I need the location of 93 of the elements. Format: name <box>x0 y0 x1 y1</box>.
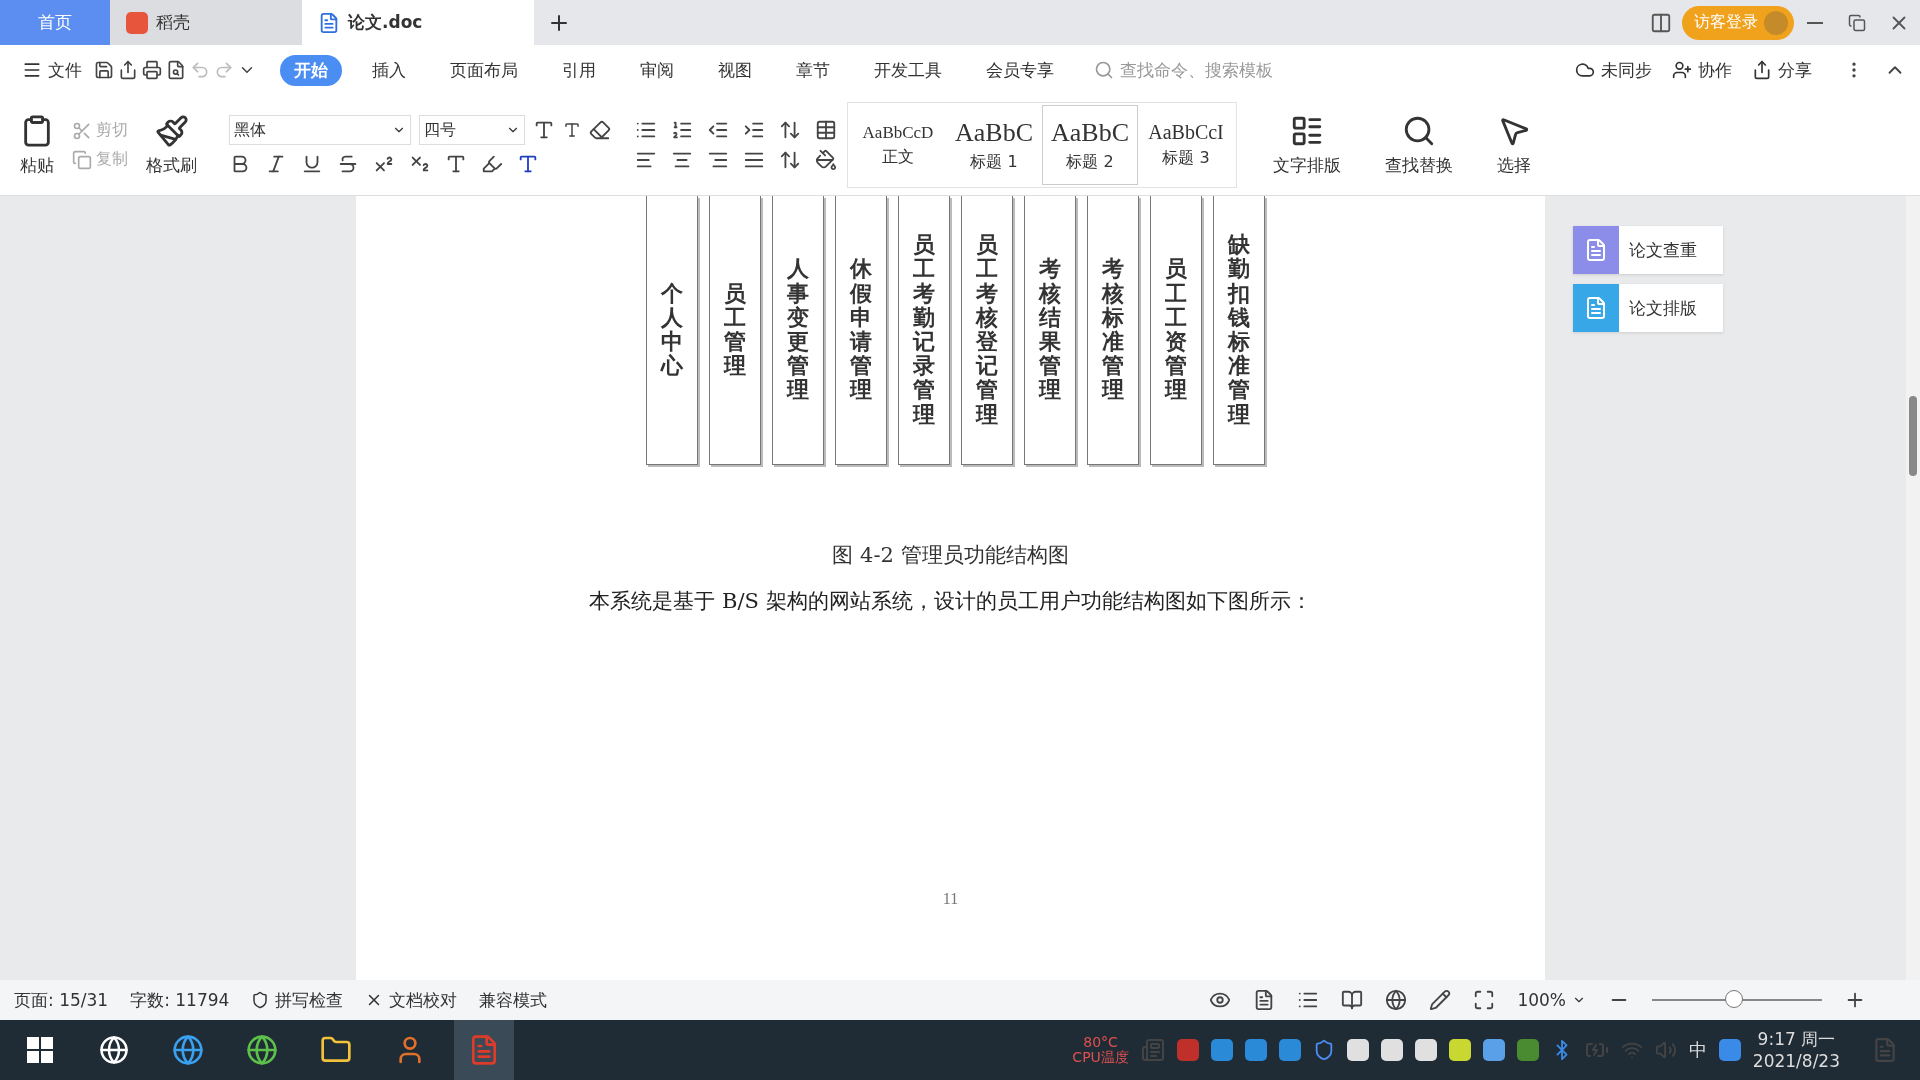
figure-caption: 图 4-2 管理员功能结构图 <box>832 542 1069 569</box>
read-view-icon[interactable] <box>1341 989 1364 1011</box>
share-icon <box>1752 60 1772 80</box>
ribbon-tab[interactable]: 引用 <box>548 54 610 86</box>
pen-icon[interactable] <box>1429 989 1452 1011</box>
copy-icon <box>72 149 92 170</box>
tray-app-icon[interactable] <box>1414 1039 1437 1061</box>
format-painter-button[interactable]: 格式刷 <box>138 113 205 177</box>
header-action-button[interactable]: 未同步 <box>1567 58 1660 82</box>
save-icon[interactable] <box>94 60 114 80</box>
document-icon <box>1573 284 1619 332</box>
print-icon[interactable] <box>142 60 162 80</box>
sort-icon[interactable] <box>779 119 801 141</box>
document-icon <box>318 11 340 34</box>
page-number: 11 <box>942 890 959 908</box>
compat-mode-label: 兼容模式 <box>479 988 548 1012</box>
eraser-icon[interactable] <box>589 119 611 141</box>
document-icon <box>1573 226 1619 274</box>
tray-app-icon[interactable] <box>1482 1039 1505 1061</box>
avatar-icon <box>1764 10 1788 35</box>
ribbon-tab[interactable]: 会员专享 <box>972 54 1068 86</box>
style-item[interactable]: AaBbC 标题 1 <box>946 105 1042 185</box>
diagram-node: 缺勤扣钱标准管理 <box>1213 196 1265 465</box>
zoom-slider-thumb[interactable] <box>1724 990 1743 1008</box>
text-effect-icon[interactable] <box>445 153 467 175</box>
paste-button[interactable]: 粘贴 <box>12 113 62 177</box>
shading-icon[interactable] <box>815 149 837 171</box>
ribbon-tab[interactable]: 页面布局 <box>436 54 532 86</box>
ribbon-tab[interactable]: 章节 <box>782 54 844 86</box>
strikethrough-icon[interactable] <box>337 153 359 175</box>
tray-app-icon[interactable] <box>1380 1039 1403 1061</box>
document-tab[interactable]: 论文.doc <box>302 0 534 45</box>
grow-font-icon[interactable] <box>533 119 555 141</box>
proofread-button[interactable]: 文档校对 <box>365 988 458 1012</box>
file-menu[interactable]: 文件 <box>14 58 90 82</box>
zoom-dropdown[interactable]: 100% <box>1517 990 1586 1010</box>
cpu-temperature: 80°C CPU温度 <box>1072 1034 1129 1066</box>
search-icon <box>1094 60 1114 80</box>
minimize-icon <box>1807 21 1823 24</box>
cloud-icon <box>1575 60 1595 80</box>
word-count: 字数: 11794 <box>130 988 230 1012</box>
font-color-icon[interactable] <box>517 153 539 175</box>
ribbon-tab[interactable]: 审阅 <box>626 54 688 86</box>
preview-icon[interactable] <box>166 60 186 80</box>
page-count: 页面: 15/31 <box>14 988 109 1012</box>
ribbon-tool-button[interactable]: 文字排版 <box>1265 113 1349 177</box>
tray-app-icon[interactable] <box>1346 1039 1369 1061</box>
body-paragraph: 本系统是基于 B/S 架构的网站系统，设计的员工用户功能结构图如下图所示： <box>589 588 1312 615</box>
table-icon[interactable] <box>815 119 837 141</box>
ribbon-tool-button[interactable]: 查找替换 <box>1377 113 1461 177</box>
diagram-node: 员工考勤记录管理 <box>898 196 950 465</box>
style-item[interactable]: AaBbCcI 标题 3 <box>1138 105 1234 185</box>
numbered-list-icon[interactable] <box>671 119 693 141</box>
diagram-node: 个人中心 <box>646 196 698 465</box>
paintbrush-icon <box>154 113 189 148</box>
web-view-icon[interactable] <box>1385 989 1408 1011</box>
diagram-node: 人事变更管理 <box>772 196 824 465</box>
spell-check-button[interactable]: 拼写检查 <box>251 988 344 1012</box>
style-item[interactable]: AaBbC 标题 2 <box>1042 105 1138 185</box>
clock[interactable]: 9:17 周一 2021/8/23 <box>1752 1027 1840 1073</box>
input-method-indicator[interactable]: 中 <box>1688 1038 1707 1062</box>
underline-icon[interactable] <box>301 153 323 175</box>
document-tab[interactable]: 稻壳 <box>110 0 302 45</box>
ribbon-tab[interactable]: 开发工具 <box>860 54 956 86</box>
user-plus-icon <box>1672 60 1692 80</box>
scrollbar-thumb[interactable] <box>1909 396 1917 476</box>
side-panel-button[interactable]: 论文排版 <box>1573 284 1723 332</box>
diagram-node: 员工管理 <box>709 196 761 465</box>
shrink-font-icon[interactable] <box>563 121 581 139</box>
fit-page-icon[interactable] <box>1473 989 1496 1011</box>
ribbon-tab[interactable]: 视图 <box>704 54 766 86</box>
header-action-button[interactable]: 分享 <box>1744 58 1820 82</box>
ribbon-tab[interactable]: 插入 <box>358 54 420 86</box>
font-size-field[interactable]: 四号 <box>419 115 525 145</box>
diagram-node: 考核结果管理 <box>1024 196 1076 465</box>
menu-icon <box>22 60 42 80</box>
diagram-node: 考核标准管理 <box>1087 196 1139 465</box>
tray-app-icon[interactable] <box>1448 1039 1471 1061</box>
diagram-node: 员工考核登记管理 <box>961 196 1013 465</box>
highlighter-icon[interactable] <box>481 153 503 175</box>
app-logo-icon <box>126 11 148 34</box>
diagram-node: 休假申请管理 <box>835 196 887 465</box>
line-spacing-icon[interactable] <box>779 149 801 171</box>
style-item[interactable]: AaBbCcD 正文 <box>850 105 946 185</box>
ribbon-tool-button[interactable]: 选择 <box>1489 113 1539 177</box>
font-name-field[interactable]: 黑体 <box>229 115 411 145</box>
output-icon[interactable] <box>118 60 138 80</box>
header-action-button[interactable]: 协作 <box>1664 58 1740 82</box>
side-panel-button[interactable]: 论文查重 <box>1573 226 1723 274</box>
style-gallery[interactable]: AaBbCcD 正文 AaBbC 标题 1 AaBbC 标题 2 AaBbCcI 标题 3 <box>847 102 1237 188</box>
scissors-icon <box>72 120 92 141</box>
diagram-node: 员工工资管理 <box>1150 196 1202 465</box>
restore-icon <box>1848 13 1866 32</box>
